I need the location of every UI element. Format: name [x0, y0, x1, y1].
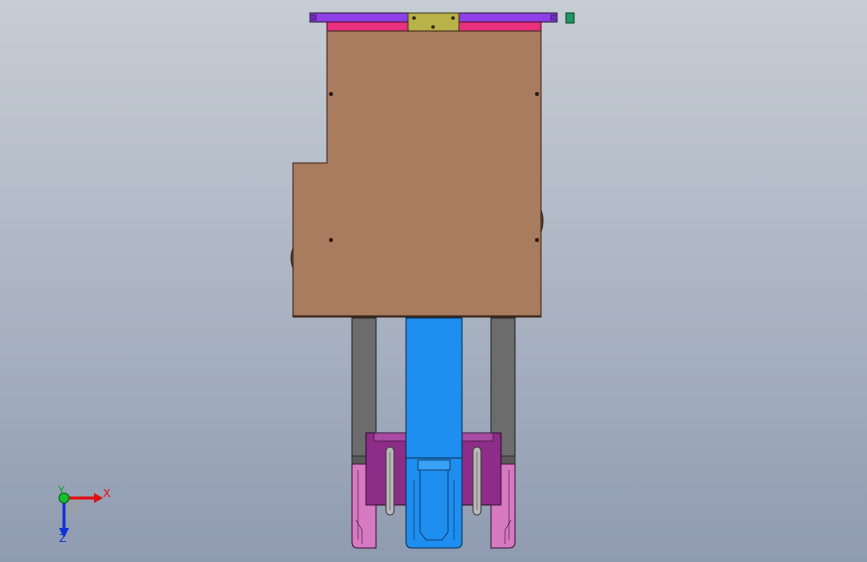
- coordinate-triad-icon: X Y Z: [57, 484, 111, 545]
- right-pin: [472, 446, 482, 516]
- triad-z-label: Z: [59, 532, 67, 545]
- status-tab: [565, 12, 575, 24]
- cad-viewport[interactable]: X Y Z: [0, 0, 867, 562]
- main-body: [290, 30, 544, 318]
- triad-y-label: Y: [57, 484, 65, 497]
- center-cylinder: [405, 317, 463, 549]
- triad-x-label: X: [103, 487, 111, 500]
- left-pin: [385, 446, 395, 516]
- connector-plate: [407, 12, 460, 33]
